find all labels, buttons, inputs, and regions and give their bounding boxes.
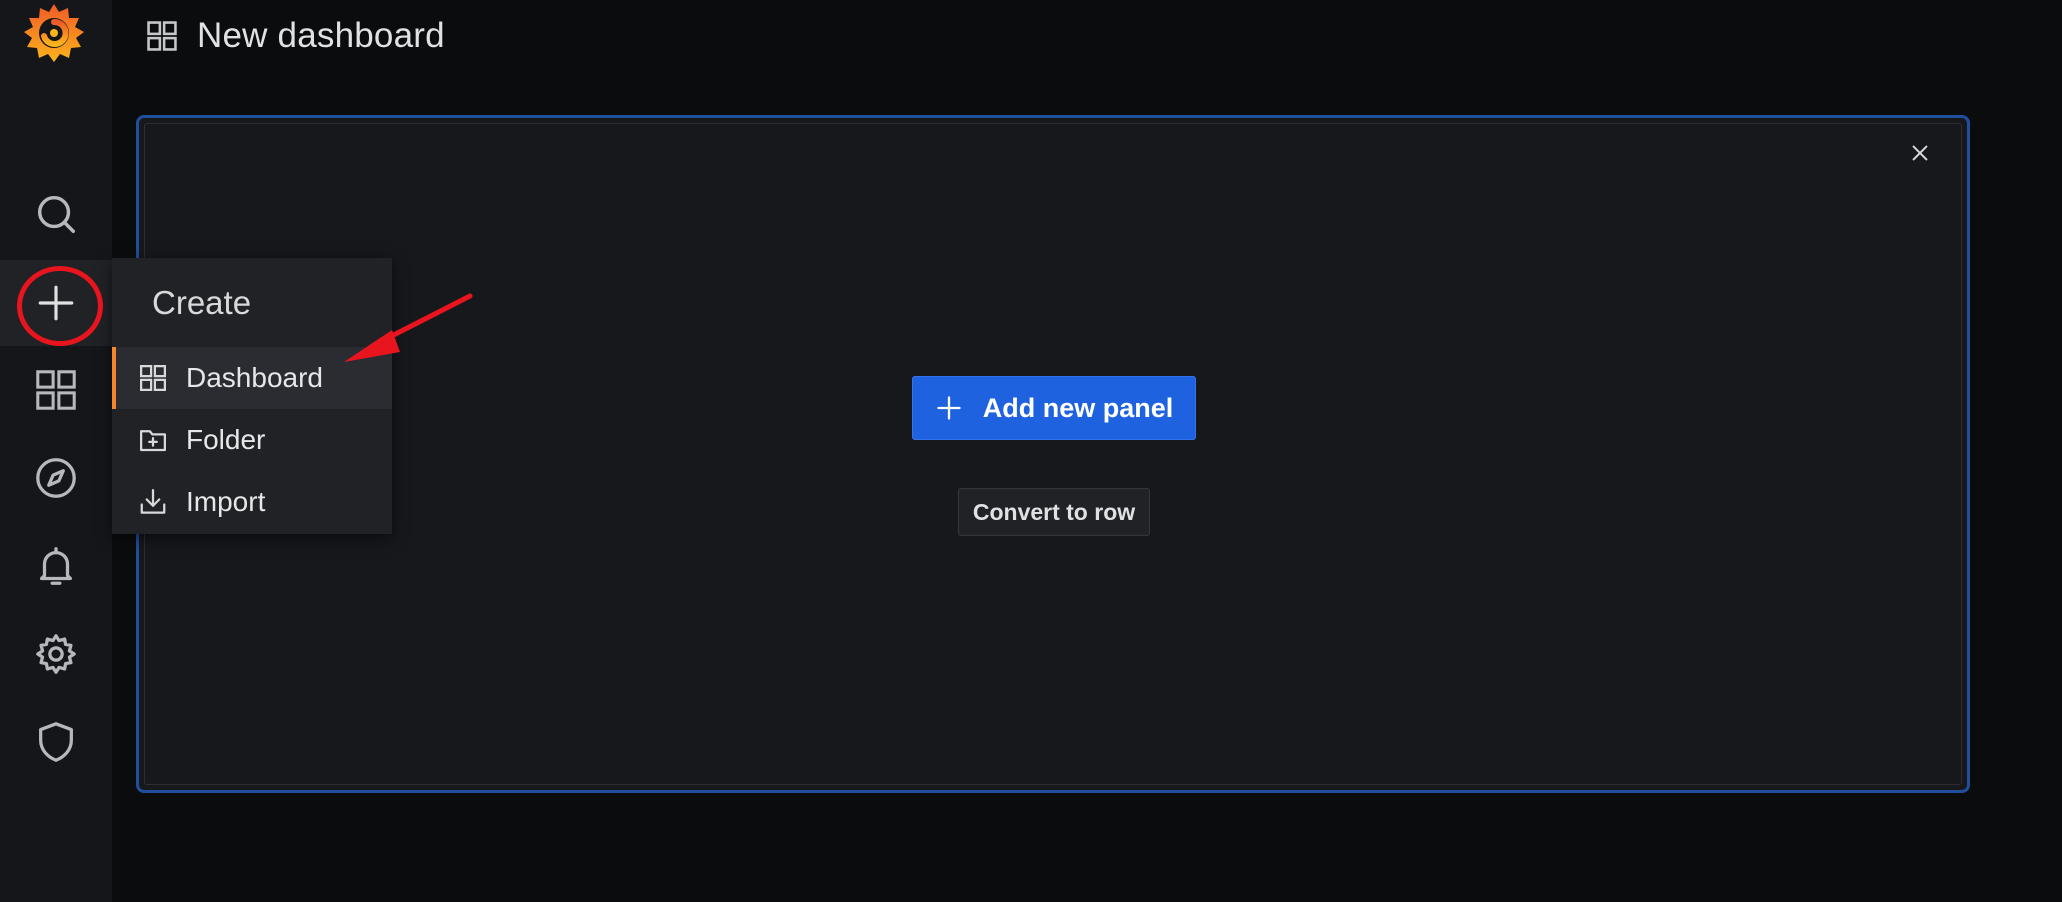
plus-icon	[937, 396, 961, 420]
sidebar-item-dashboards[interactable]	[0, 346, 112, 434]
close-icon	[1912, 145, 1928, 161]
folder-plus-icon	[140, 430, 166, 452]
create-menu-header[interactable]: Create	[152, 284, 251, 322]
grafana-app: New dashboard Add new panel Convert to r…	[0, 0, 2062, 902]
panel-body	[144, 123, 1962, 785]
add-new-panel-label: Add new panel	[982, 392, 1174, 423]
page-title[interactable]: New dashboard	[197, 16, 445, 56]
apps-grid-icon	[147, 21, 177, 51]
gear-icon	[36, 634, 76, 674]
sidebar-item-alerting[interactable]	[0, 522, 112, 610]
compass-icon	[36, 458, 76, 498]
sidebar	[0, 0, 112, 902]
sidebar-item-explore[interactable]	[0, 434, 112, 522]
convert-to-row-button[interactable]: Convert to row	[958, 488, 1150, 536]
grafana-logo[interactable]	[14, 0, 94, 70]
close-panel-button[interactable]	[1903, 136, 1937, 170]
page-header: New dashboard	[145, 14, 445, 58]
grafana-logo-icon	[24, 4, 84, 62]
convert-to-row-label: Convert to row	[972, 498, 1136, 525]
apps-grid-icon	[140, 365, 166, 391]
sidebar-item-configuration[interactable]	[0, 610, 112, 698]
create-menu-item-dashboard[interactable]: Dashboard	[112, 347, 392, 409]
apps-grid-icon	[36, 370, 76, 410]
sidebar-item-search[interactable]	[0, 170, 112, 258]
sidebar-item-create[interactable]	[0, 260, 112, 346]
import-icon	[140, 489, 166, 514]
new-panel-placeholder	[136, 115, 1970, 793]
menu-item-label: Folder	[186, 424, 266, 455]
menu-item-label: Dashboard	[186, 362, 323, 393]
plus-icon	[38, 285, 74, 321]
menu-item-label: Import	[186, 486, 266, 517]
create-menu-item-import[interactable]: Import	[112, 471, 392, 533]
bell-icon	[39, 547, 73, 585]
create-menu-item-folder[interactable]: Folder	[112, 409, 392, 471]
add-new-panel-button[interactable]: Add new panel	[912, 376, 1196, 440]
shield-icon	[39, 722, 73, 762]
sidebar-item-server-admin[interactable]	[0, 698, 112, 786]
create-menu: Create Dashboard Folder Import	[112, 258, 392, 534]
search-icon	[37, 195, 75, 233]
